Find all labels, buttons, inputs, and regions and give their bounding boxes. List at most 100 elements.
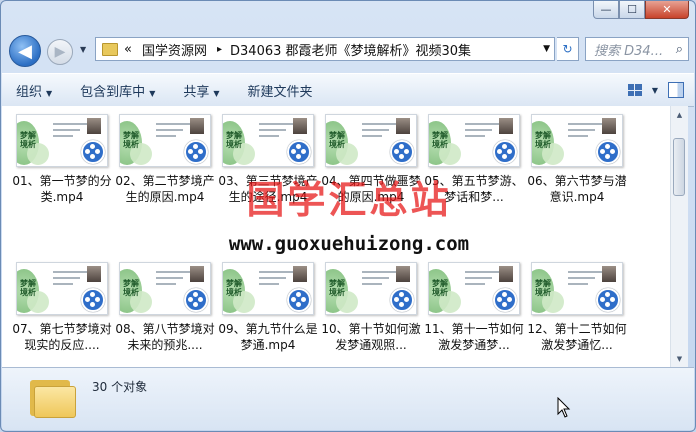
presenter-photo	[499, 118, 513, 134]
navigation-bar: ◀ ▶ ▼ « 国学资源网 ▸ D34063 郡霞老师《梦境解析》视频30集 ▼…	[1, 31, 695, 67]
presenter-photo	[190, 266, 204, 282]
file-item[interactable]: 梦解境析 07、第七节梦境对现实的反应....	[12, 262, 112, 353]
file-item[interactable]: 梦解境析 10、第十节如何激发梦通观照...	[321, 262, 421, 353]
organize-button[interactable]: 组织 ▼	[2, 81, 66, 100]
video-thumbnail: 梦解境析	[222, 114, 314, 167]
video-thumbnail: 梦解境析	[222, 262, 314, 315]
folder-icon	[102, 42, 118, 56]
command-bar: 组织 ▼ 包含到库中 ▼ 共享 ▼ 新建文件夹 ▼	[2, 73, 694, 107]
chevron-down-icon: ▼	[149, 88, 156, 98]
file-name: 12、第十二节如何激发梦通忆...	[527, 322, 627, 352]
scroll-down-icon[interactable]: ▼	[671, 350, 688, 367]
window-controls: — ☐ ✕	[593, 1, 689, 19]
organize-label: 组织	[16, 84, 43, 100]
film-reel-icon	[596, 140, 620, 164]
film-reel-icon	[390, 140, 414, 164]
thumbnail-title: 梦解境析	[20, 279, 36, 297]
maximize-button[interactable]: ☐	[619, 1, 645, 19]
presenter-photo	[602, 266, 616, 282]
file-item[interactable]: 梦解境析 11、第十一节如何激发梦通梦...	[424, 262, 524, 353]
presenter-photo	[396, 118, 410, 134]
address-bar[interactable]: « 国学资源网 ▸ D34063 郡霞老师《梦境解析》视频30集 ▼	[95, 37, 555, 61]
new-folder-button[interactable]: 新建文件夹	[234, 81, 327, 100]
minimize-button[interactable]: —	[593, 1, 619, 19]
file-name: 09、第九节什么是梦通.mp4	[218, 322, 318, 352]
film-reel-icon	[184, 288, 208, 312]
watermark-url: www.guoxuehuizong.com	[228, 233, 470, 255]
breadcrumb-item-current[interactable]: D34063 郡霞老师《梦境解析》视频30集	[230, 40, 471, 59]
breadcrumb-item-root[interactable]: 国学资源网	[142, 40, 207, 59]
file-item[interactable]: 梦解境析 09、第九节什么是梦通.mp4	[218, 262, 318, 353]
film-reel-icon	[493, 140, 517, 164]
search-placeholder: 搜索 D34...	[594, 43, 664, 59]
film-reel-icon	[390, 288, 414, 312]
video-thumbnail: 梦解境析	[119, 114, 211, 167]
preview-pane-icon[interactable]	[668, 82, 684, 98]
recent-pages-dropdown[interactable]: ▼	[80, 45, 86, 54]
thumbnail-title: 梦解境析	[535, 131, 551, 149]
search-icon[interactable]: ⌕	[676, 42, 683, 57]
thumbnail-title: 梦解境析	[123, 131, 139, 149]
film-reel-icon	[596, 288, 620, 312]
chevron-down-icon: ▼	[213, 88, 220, 98]
presenter-photo	[293, 266, 307, 282]
video-thumbnail: 梦解境析	[531, 262, 623, 315]
file-name: 07、第七节梦境对现实的反应....	[12, 322, 112, 352]
thumbnail-title: 梦解境析	[329, 131, 345, 149]
presenter-photo	[499, 266, 513, 282]
search-input[interactable]: 搜索 D34... ⌕	[585, 37, 689, 61]
file-item[interactable]: 梦解境析 08、第八节梦境对未来的预兆....	[115, 262, 215, 353]
video-thumbnail: 梦解境析	[428, 114, 520, 167]
chevron-down-icon: ▼	[46, 88, 53, 98]
refresh-icon: ↻	[562, 42, 573, 56]
presenter-photo	[293, 118, 307, 134]
folder-icon	[30, 376, 76, 418]
explorer-window: — ☐ ✕ ◀ ▶ ▼ « 国学资源网 ▸ D34063 郡霞老师《梦境解析》视…	[0, 0, 696, 432]
file-name: 08、第八节梦境对未来的预兆....	[115, 322, 215, 352]
file-name: 11、第十一节如何激发梦通梦...	[424, 322, 524, 352]
film-reel-icon	[184, 140, 208, 164]
details-pane: 30 个对象	[2, 367, 694, 430]
view-controls: ▼	[627, 82, 684, 98]
video-thumbnail: 梦解境析	[16, 262, 108, 315]
back-button[interactable]: ◀	[9, 35, 41, 67]
refresh-button[interactable]: ↻	[557, 37, 579, 61]
thumbnail-title: 梦解境析	[20, 131, 36, 149]
video-thumbnail: 梦解境析	[325, 262, 417, 315]
presenter-photo	[396, 266, 410, 282]
arrow-right-icon: ▶	[54, 44, 66, 60]
watermark-text: 国学汇总站	[246, 177, 452, 222]
scroll-up-icon[interactable]: ▲	[671, 106, 688, 123]
thumbnail-title: 梦解境析	[226, 131, 242, 149]
include-in-library-label: 包含到库中	[80, 84, 146, 100]
close-button[interactable]: ✕	[645, 1, 689, 19]
breadcrumb-separator-icon[interactable]: ▸	[217, 44, 222, 55]
mouse-cursor-icon	[557, 397, 571, 418]
presenter-photo	[190, 118, 204, 134]
object-count: 30 个对象	[92, 380, 148, 394]
film-reel-icon	[81, 140, 105, 164]
thumbnail-title: 梦解境析	[329, 279, 345, 297]
share-button[interactable]: 共享 ▼	[169, 81, 233, 100]
share-label: 共享	[183, 84, 210, 100]
address-dropdown-icon[interactable]: ▼	[543, 44, 550, 54]
view-options-icon[interactable]	[627, 84, 642, 96]
presenter-photo	[87, 118, 101, 134]
presenter-photo	[602, 118, 616, 134]
file-name: 10、第十节如何激发梦通观照...	[321, 322, 421, 352]
film-reel-icon	[81, 288, 105, 312]
include-in-library-button[interactable]: 包含到库中 ▼	[66, 81, 169, 100]
forward-button[interactable]: ▶	[47, 39, 73, 65]
film-reel-icon	[287, 140, 311, 164]
video-thumbnail: 梦解境析	[428, 262, 520, 315]
video-thumbnail: 梦解境析	[16, 114, 108, 167]
breadcrumb-overflow[interactable]: «	[124, 42, 132, 57]
video-thumbnail: 梦解境析	[531, 114, 623, 167]
video-thumbnail: 梦解境析	[325, 114, 417, 167]
thumbnail-title: 梦解境析	[432, 279, 448, 297]
chevron-down-icon[interactable]: ▼	[652, 86, 658, 95]
thumbnail-title: 梦解境析	[226, 279, 242, 297]
file-item[interactable]: 梦解境析 12、第十二节如何激发梦通忆...	[527, 262, 627, 353]
thumbnail-title: 梦解境析	[123, 279, 139, 297]
thumbnail-title: 梦解境析	[535, 279, 551, 297]
